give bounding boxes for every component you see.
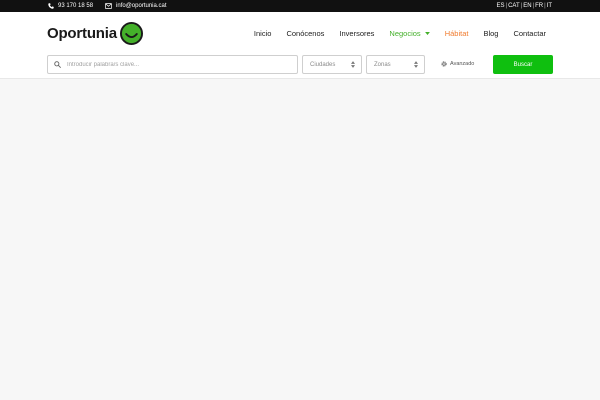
nav-negocios-label: Negocios [389,28,421,38]
language-switcher: ES | CAT | EN | FR | IT [496,0,552,12]
cities-select-value: Ciudades [310,61,336,68]
envelope-icon [105,3,112,9]
lang-separator: | [532,3,535,9]
lang-cat[interactable]: CAT [508,3,520,9]
lang-en[interactable]: EN [523,3,531,9]
phone-contact[interactable]: 93 170 18 58 [48,3,93,9]
nav-conocenos[interactable]: Conócenos [286,29,324,38]
search-bar: Ciudades Zonas Avanzado Buscar [0,54,600,79]
email-contact[interactable]: info@oportunia.cat [105,3,167,9]
phone-icon [48,3,54,9]
contact-info: 93 170 18 58 info@oportunia.cat [48,0,179,12]
lang-separator: | [520,3,523,9]
zones-select[interactable]: Zonas [366,55,425,74]
search-submit-button[interactable]: Buscar [493,55,553,74]
nav-habitat[interactable]: Hábitat [445,29,469,38]
site-logo[interactable]: Oportunia [47,19,143,47]
nav-contactar[interactable]: Contactar [513,29,546,38]
chevron-down-icon [424,31,430,35]
site-header: Oportunia Inicio Conócenos Inversores Ne… [0,12,600,54]
top-bar: 93 170 18 58 info@oportunia.cat ES | CAT… [0,0,600,12]
gear-icon [441,61,447,67]
nav-negocios[interactable]: Negocios [389,28,430,38]
nav-inversores[interactable]: Inversores [339,29,374,38]
main-nav: Inicio Conócenos Inversores Negocios Háb… [239,12,546,54]
lang-separator: | [544,3,546,9]
cities-select[interactable]: Ciudades [302,55,362,74]
email-address: info@oportunia.cat [116,3,167,9]
lang-separator: | [505,3,508,9]
advanced-label: Avanzado [450,61,475,67]
sort-arrows-icon [414,61,418,68]
main-content-area [0,79,600,400]
keyword-input[interactable] [67,61,287,68]
nav-inicio[interactable]: Inicio [254,29,272,38]
logo-text: Oportunia [47,24,117,42]
zones-select-value: Zonas [374,61,391,68]
sort-arrows-icon [351,61,355,68]
lang-fr[interactable]: FR [535,3,543,9]
phone-number: 93 170 18 58 [58,3,94,9]
nav-blog[interactable]: Blog [483,29,498,38]
advanced-search-toggle[interactable]: Avanzado [441,55,474,73]
lang-es[interactable]: ES [496,3,504,9]
search-icon [54,61,61,68]
lang-it[interactable]: IT [547,3,552,9]
smiley-logo-icon [119,21,143,45]
keyword-search-box [47,55,298,74]
